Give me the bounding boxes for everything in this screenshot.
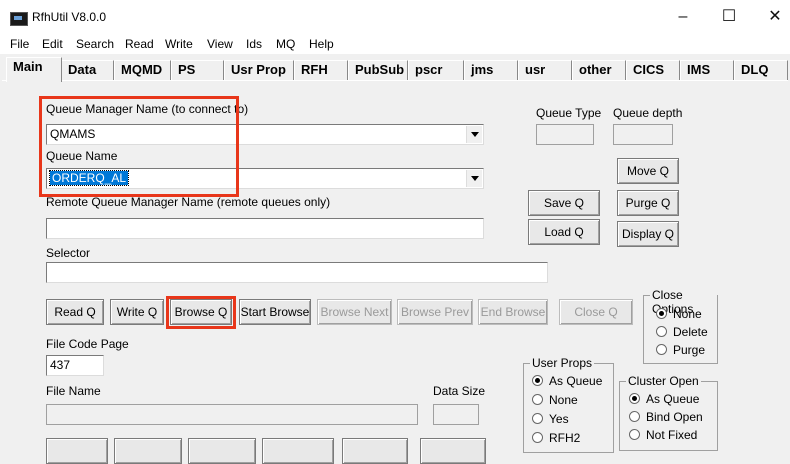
file-name-field xyxy=(46,404,418,425)
tab-ps[interactable]: PS xyxy=(171,60,224,80)
file-code-page-label: File Code Page xyxy=(46,337,129,351)
purge-q-button[interactable]: Purge Q xyxy=(617,190,679,216)
close-option-delete[interactable]: Delete xyxy=(656,325,708,339)
read-q-button[interactable]: Read Q xyxy=(46,299,104,325)
data-size-label: Data Size xyxy=(433,384,486,398)
end-browse-button[interactable]: End Browse xyxy=(478,299,548,325)
cluster-open-not-fixed[interactable]: Not Fixed xyxy=(629,428,697,442)
tab-pubsub[interactable]: PubSub xyxy=(348,60,408,80)
cluster-open-title: Cluster Open xyxy=(626,374,701,388)
menu-edit[interactable]: Edit xyxy=(42,37,63,51)
close-option-none[interactable]: None xyxy=(656,307,702,321)
tab-usr[interactable]: usr xyxy=(518,60,572,80)
user-props-yes[interactable]: Yes xyxy=(532,412,569,426)
remote-qmgr-input[interactable] xyxy=(46,218,484,239)
radio-icon xyxy=(629,429,640,441)
app-icon xyxy=(10,12,28,26)
queue-name-combo[interactable]: ORDERQ_AL xyxy=(46,168,484,189)
queue-name-value: ORDERQ_AL xyxy=(48,170,130,186)
qmgr-dropdown-arrow-icon[interactable] xyxy=(466,126,482,143)
queue-type-field xyxy=(536,124,594,145)
menu-mq[interactable]: MQ xyxy=(276,37,295,51)
radio-icon xyxy=(532,394,543,406)
tab-main[interactable]: Main xyxy=(6,57,62,82)
browse-next-button[interactable]: Browse Next xyxy=(317,299,392,325)
queue-type-label: Queue Type xyxy=(536,106,602,120)
radio-selected-icon xyxy=(532,375,543,387)
file-name-label: File Name xyxy=(46,384,101,398)
tab-mqmd[interactable]: MQMD xyxy=(114,60,171,80)
radio-icon xyxy=(656,326,667,338)
browse-prev-button[interactable]: Browse Prev xyxy=(397,299,473,325)
tab-dlq[interactable]: DLQ xyxy=(734,60,788,80)
qmgr-label: Queue Manager Name (to connect to) xyxy=(46,102,249,116)
tab-cics[interactable]: CICS xyxy=(626,60,680,80)
minimize-button[interactable]: – xyxy=(660,0,706,34)
menu-ids[interactable]: Ids xyxy=(246,37,262,51)
queue-depth-label: Queue depth xyxy=(613,106,683,120)
bottom-button-5[interactable] xyxy=(342,438,408,464)
menu-write[interactable]: Write xyxy=(165,37,193,51)
start-browse-button[interactable]: Start Browse xyxy=(239,299,311,325)
browse-q-button[interactable]: Browse Q xyxy=(170,299,232,325)
maximize-button[interactable]: ☐ xyxy=(706,0,752,34)
radio-selected-icon xyxy=(629,393,640,405)
cluster-open-as-queue[interactable]: As Queue xyxy=(629,392,699,406)
tab-other[interactable]: other xyxy=(572,60,626,80)
queue-name-label: Queue Name xyxy=(46,149,118,163)
radio-icon xyxy=(532,413,543,425)
user-props-none[interactable]: None xyxy=(532,393,578,407)
close-button[interactable]: ✕ xyxy=(752,0,790,34)
window-title: RfhUtil V8.0.0 xyxy=(32,10,107,24)
cluster-open-bind-open[interactable]: Bind Open xyxy=(629,410,703,424)
data-size-field xyxy=(433,404,479,425)
queue-depth-field xyxy=(613,124,673,145)
menu-file[interactable]: File xyxy=(10,37,29,51)
tab-jms[interactable]: jms xyxy=(464,60,518,80)
user-props-group: User Props As Queue None Yes RFH2 xyxy=(523,356,614,453)
bottom-button-6[interactable] xyxy=(420,438,486,464)
load-q-button[interactable]: Load Q xyxy=(528,219,600,245)
tab-strip: Main Data MQMD PS Usr Prop RFH PubSub ps… xyxy=(0,57,790,82)
title-bar: RfhUtil V8.0.0 – ☐ ✕ xyxy=(0,0,790,34)
menu-help[interactable]: Help xyxy=(309,37,334,51)
selector-label: Selector xyxy=(46,246,91,260)
tab-rfh[interactable]: RFH xyxy=(294,60,348,80)
tab-usr-prop[interactable]: Usr Prop xyxy=(224,60,294,80)
user-props-title: User Props xyxy=(530,356,595,370)
write-q-button[interactable]: Write Q xyxy=(110,299,164,325)
menu-bar: File Edit Search Read Write View Ids MQ … xyxy=(0,34,790,54)
tab-data[interactable]: Data xyxy=(61,60,114,80)
selector-input[interactable] xyxy=(46,262,548,283)
user-props-as-queue[interactable]: As Queue xyxy=(532,374,602,388)
close-options-group: Close Options None Delete Purge xyxy=(643,288,718,364)
bottom-button-4[interactable] xyxy=(262,438,334,464)
menu-view[interactable]: View xyxy=(207,37,233,51)
radio-icon xyxy=(532,432,543,444)
bottom-button-1[interactable] xyxy=(46,438,108,464)
bottom-button-2[interactable] xyxy=(114,438,182,464)
qmgr-combo[interactable]: QMAMS xyxy=(46,124,484,145)
menu-search[interactable]: Search xyxy=(76,37,114,51)
bottom-button-3[interactable] xyxy=(188,438,256,464)
cluster-open-group: Cluster Open As Queue Bind Open Not Fixe… xyxy=(619,374,718,451)
file-code-page-input[interactable]: 437 xyxy=(46,355,104,376)
close-option-purge[interactable]: Purge xyxy=(656,343,705,357)
move-q-button[interactable]: Move Q xyxy=(617,158,679,184)
close-q-button[interactable]: Close Q xyxy=(559,299,633,325)
remote-qmgr-label: Remote Queue Manager Name (remote queues… xyxy=(46,195,331,209)
tab-pscr[interactable]: pscr xyxy=(408,60,464,80)
radio-icon xyxy=(656,344,667,356)
menu-read[interactable]: Read xyxy=(125,37,154,51)
display-q-button[interactable]: Display Q xyxy=(617,221,679,247)
radio-selected-icon xyxy=(656,308,667,320)
tab-ims[interactable]: IMS xyxy=(680,60,734,80)
queue-name-dropdown-arrow-icon[interactable] xyxy=(466,170,482,187)
save-q-button[interactable]: Save Q xyxy=(528,190,600,216)
radio-icon xyxy=(629,411,640,423)
qmgr-value: QMAMS xyxy=(50,127,96,141)
